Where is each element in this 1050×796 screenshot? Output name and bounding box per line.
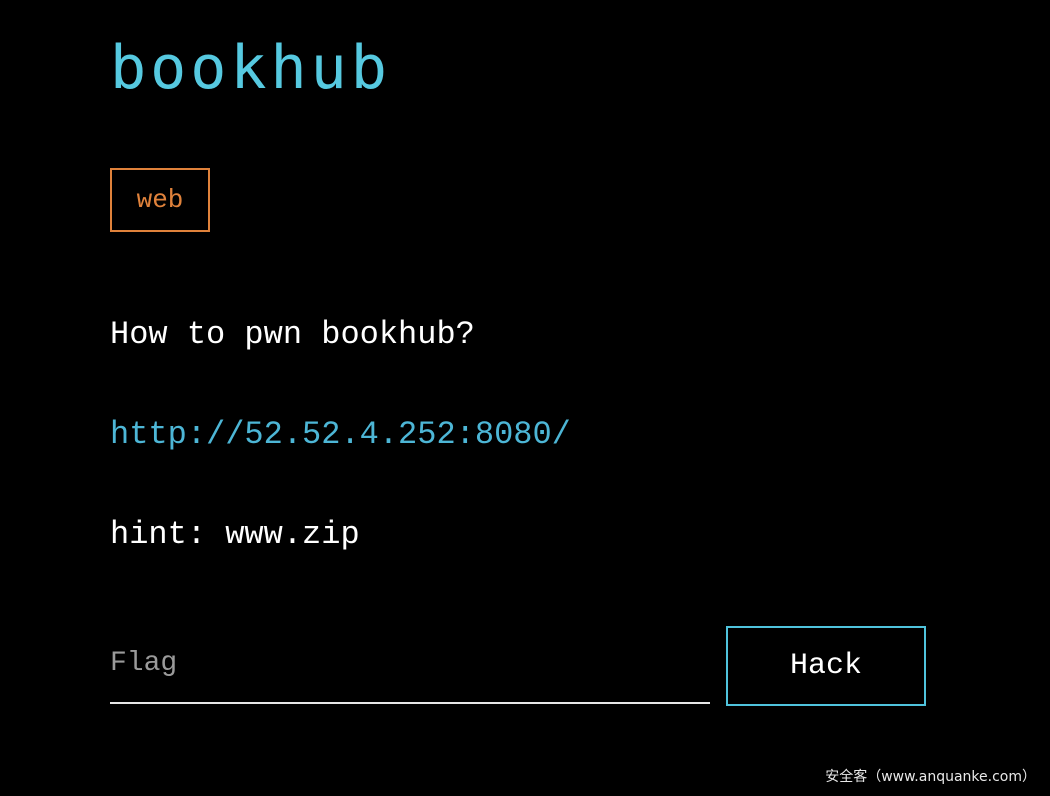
challenge-title: bookhub (110, 33, 391, 103)
challenge-url-link[interactable]: http://52.52.4.252:8080/ (110, 413, 571, 457)
category-label: web (136, 185, 184, 215)
category-badge: web (110, 168, 210, 232)
challenge-hint: hint: www.zip (110, 516, 360, 553)
watermark: 安全客（www.anquanke.com） (825, 769, 1036, 785)
challenge-description: How to pwn bookhub? (110, 316, 475, 353)
flag-input[interactable] (110, 638, 710, 704)
hack-submit-button[interactable]: Hack (726, 626, 926, 706)
